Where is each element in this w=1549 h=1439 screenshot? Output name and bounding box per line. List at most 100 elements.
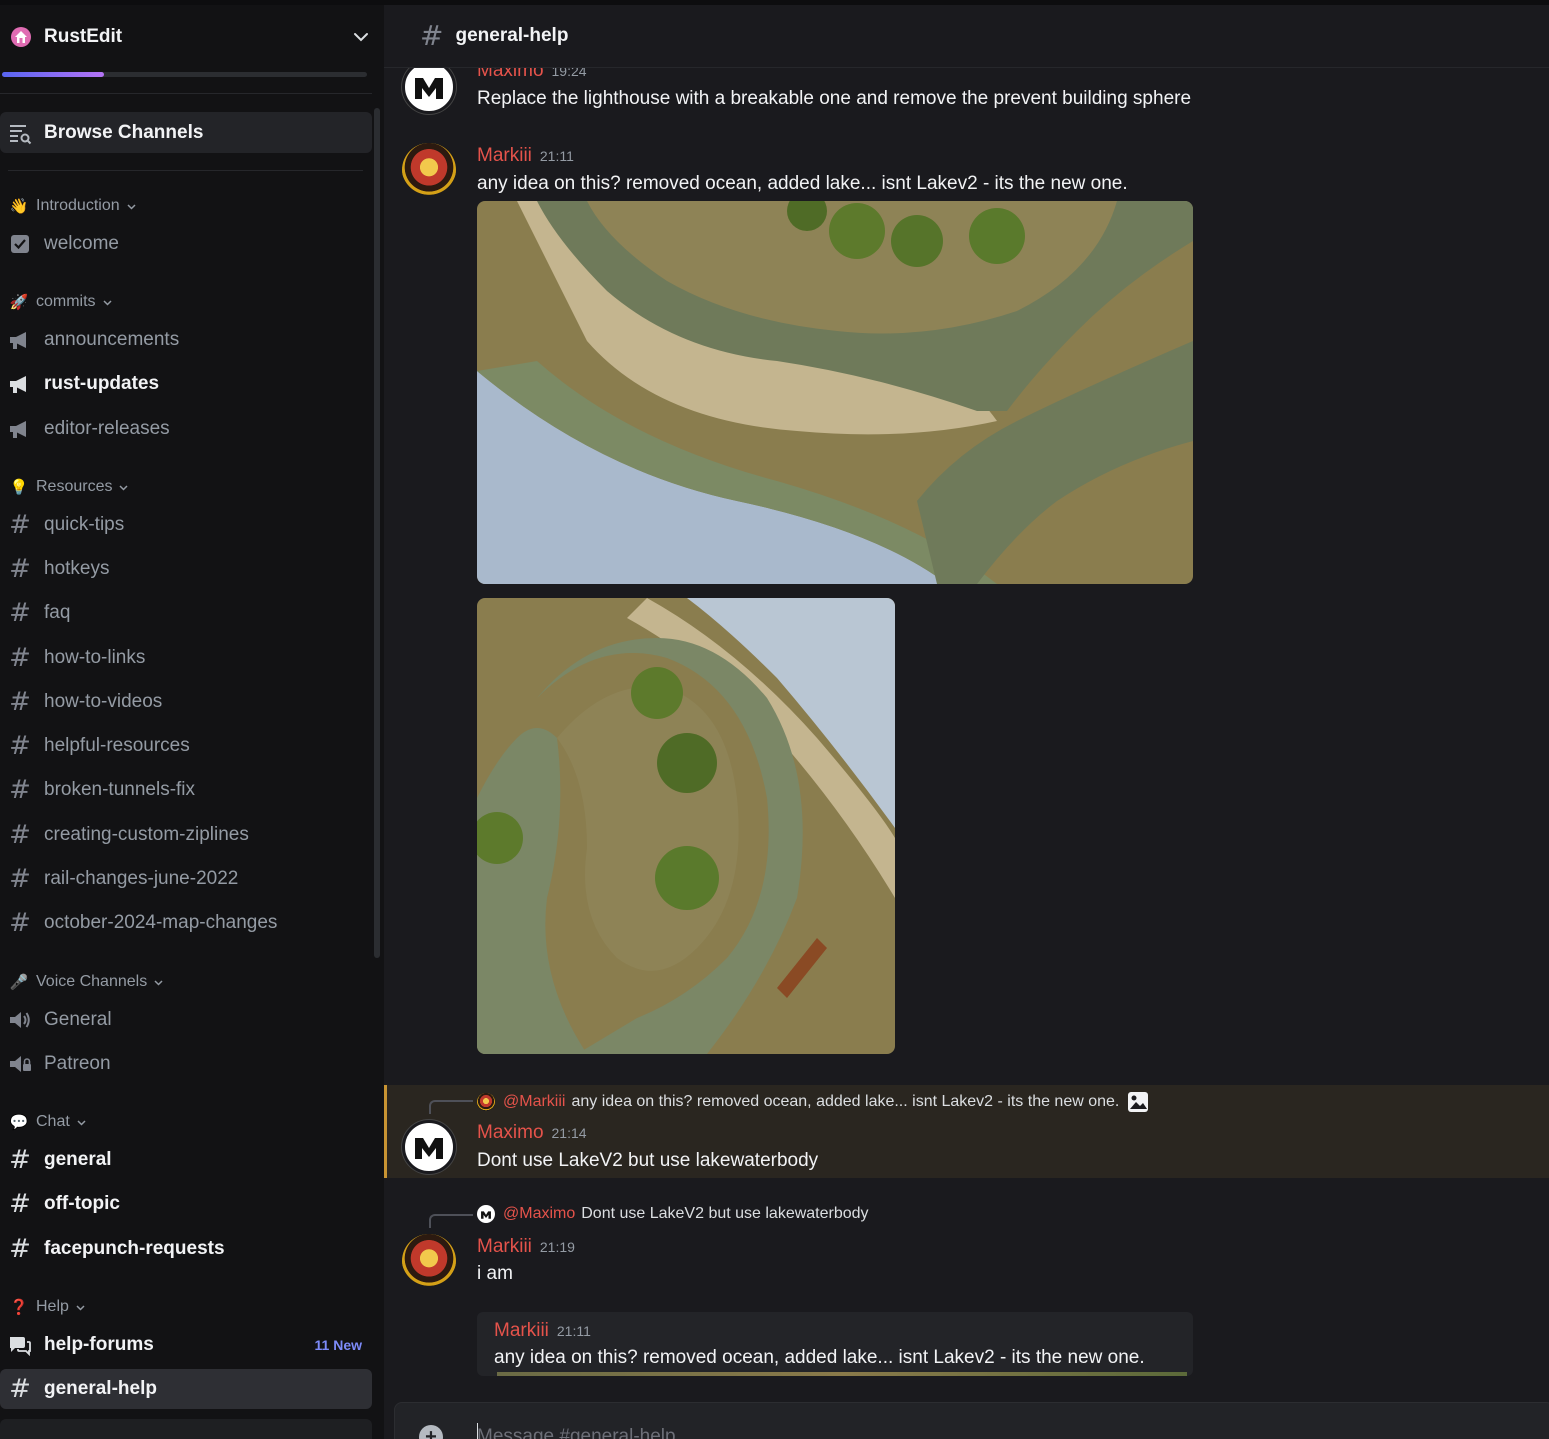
hashtag-icon: #	[9, 554, 31, 584]
category-help[interactable]: ❓ Help	[10, 1298, 86, 1316]
reply-reference[interactable]: @Markiii any idea on this? removed ocean…	[477, 1091, 1149, 1113]
sidebar-item-general[interactable]: # general	[0, 1140, 372, 1180]
reply-avatar	[477, 1093, 495, 1111]
category-commits[interactable]: 🚀 commits	[10, 293, 113, 311]
locked-speaker-icon	[8, 1052, 32, 1076]
channel-label: hotkeys	[44, 558, 110, 579]
sidebar-item-announcements[interactable]: announcements	[0, 320, 372, 360]
server-header[interactable]: RustEdit	[0, 0, 384, 68]
hashtag-icon: #	[9, 1189, 31, 1219]
sidebar-item-broken-tunnels-fix[interactable]: # broken-tunnels-fix	[0, 770, 372, 810]
sidebar-item-creating-custom-ziplines[interactable]: # creating-custom-ziplines	[0, 815, 372, 855]
message-link-embed[interactable]: Markiii 21:11 any idea on this? removed o…	[477, 1312, 1193, 1376]
reply-text: Dont use LakeV2 but use lakewaterbody	[581, 1205, 869, 1222]
browse-list-icon	[10, 124, 32, 144]
message-timestamp: 21:14	[551, 1125, 587, 1141]
message-input[interactable]	[477, 1423, 1377, 1439]
category-label: Introduction	[36, 197, 120, 214]
terrain-screenshot-2	[477, 598, 895, 1054]
add-attachment-button[interactable]: +	[419, 1425, 443, 1439]
embed-author: Markiii 21:11	[494, 1320, 591, 1342]
message-author[interactable]: Markiii 21:19	[477, 1236, 575, 1258]
category-voice-channels[interactable]: 🎤 Voice Channels	[10, 973, 164, 991]
rocket-emoji-icon: 🚀	[9, 294, 29, 311]
chevron-down-icon	[119, 484, 129, 491]
author-name[interactable]: Markiii	[477, 1236, 532, 1257]
sidebar-item-welcome[interactable]: welcome	[0, 224, 372, 264]
sidebar-item-october-map-changes[interactable]: # october-2024-map-changes	[0, 903, 372, 943]
chevron-down-icon	[77, 1119, 86, 1126]
message-author[interactable]: Markiii 21:11	[477, 145, 574, 167]
chat-main: # general-help Maximo 19:24 Replace the l…	[384, 0, 1549, 1439]
wave-emoji-icon: 👋	[9, 198, 29, 215]
message-author[interactable]: Maximo 21:14	[477, 1122, 587, 1144]
sidebar-item-rust-updates[interactable]: rust-updates	[0, 364, 372, 404]
browse-channels-button[interactable]: Browse Channels	[0, 112, 372, 153]
avatar[interactable]	[402, 1120, 456, 1174]
sidebar-item-off-topic[interactable]: # off-topic	[0, 1184, 372, 1224]
channel-label: general-help	[44, 1378, 157, 1399]
reply-reference[interactable]: @Maximo Dont use LakeV2 but use lakewate…	[477, 1205, 869, 1223]
reply-mention[interactable]: @Maximo	[503, 1205, 575, 1223]
avatar[interactable]	[402, 60, 456, 114]
sidebar-scrollbar[interactable]	[374, 108, 380, 958]
category-chat[interactable]: 💬 Chat	[10, 1113, 87, 1131]
hashtag-icon: #	[9, 598, 31, 628]
channel-label: faq	[44, 602, 71, 623]
hashtag-icon: #	[9, 1234, 31, 1264]
sidebar-item-next[interactable]	[0, 1419, 372, 1439]
hashtag-icon: #	[9, 643, 31, 673]
channel-label: rail-changes-june-2022	[44, 868, 239, 889]
chevron-down-icon[interactable]	[352, 28, 370, 46]
sidebar-item-how-to-links[interactable]: # how-to-links	[0, 638, 372, 678]
sidebar-item-helpful-resources[interactable]: # helpful-resources	[0, 726, 372, 766]
sidebar-item-voice-patreon[interactable]: Patreon	[0, 1044, 372, 1084]
hashtag-icon: #	[9, 1374, 31, 1404]
channel-label: october-2024-map-changes	[44, 912, 278, 933]
forum-icon	[8, 1333, 32, 1357]
sidebar-item-editor-releases[interactable]: editor-releases	[0, 409, 372, 449]
channel-label: how-to-links	[44, 647, 146, 668]
avatar[interactable]	[402, 1234, 456, 1288]
channel-label: Patreon	[44, 1053, 111, 1074]
avatar[interactable]	[402, 143, 456, 197]
sidebar-item-quick-tips[interactable]: # quick-tips	[0, 505, 372, 545]
embed-text: any idea on this? removed ocean, added l…	[494, 1347, 1145, 1368]
sidebar-item-facepunch-requests[interactable]: # facepunch-requests	[0, 1229, 372, 1269]
author-name[interactable]: Maximo	[477, 1122, 544, 1143]
author-name[interactable]: Markiii	[477, 145, 532, 166]
category-introduction[interactable]: 👋 Introduction	[10, 197, 137, 215]
sidebar-item-rail-changes[interactable]: # rail-changes-june-2022	[0, 859, 372, 899]
hashtag-icon: #	[9, 864, 31, 894]
sidebar-item-general-help[interactable]: # general-help	[0, 1369, 372, 1409]
boost-progress-fill	[2, 72, 105, 77]
sidebar-item-how-to-videos[interactable]: # how-to-videos	[0, 682, 372, 722]
sidebar-item-hotkeys[interactable]: # hotkeys	[0, 549, 372, 589]
sidebar-item-faq[interactable]: # faq	[0, 593, 372, 633]
hashtag-icon: #	[9, 731, 31, 761]
maximo-logo-icon	[481, 1210, 491, 1219]
channel-label: general	[44, 1149, 112, 1170]
reply-mention[interactable]: @Markiii	[503, 1093, 565, 1111]
divider	[0, 93, 372, 94]
hashtag-icon: #	[9, 775, 31, 805]
image-attachment-icon	[1128, 1092, 1149, 1112]
sidebar-item-voice-general[interactable]: General	[0, 1000, 372, 1040]
text-caret	[477, 1423, 478, 1439]
category-label: Resources	[36, 478, 113, 495]
megaphone-icon	[8, 372, 32, 396]
speaker-icon	[8, 1008, 32, 1032]
attachment-image[interactable]	[477, 598, 895, 1054]
channel-label: creating-custom-ziplines	[44, 824, 249, 845]
message-text: Dont use LakeV2 but use lakewaterbody	[477, 1150, 819, 1171]
category-resources[interactable]: 💡 Resources	[10, 478, 129, 496]
reply-text: any idea on this? removed ocean, added l…	[571, 1093, 1120, 1110]
speech-bubble-emoji-icon: 💬	[9, 1114, 29, 1131]
chevron-down-icon	[127, 203, 136, 210]
channel-label: welcome	[44, 233, 119, 254]
sidebar-item-help-forums[interactable]: help-forums 11 New	[0, 1325, 372, 1365]
channel-label: helpful-resources	[44, 735, 190, 756]
question-emoji-icon: ❓	[9, 1299, 29, 1316]
attachment-image[interactable]	[477, 201, 1193, 584]
hashtag-icon: #	[9, 908, 31, 938]
